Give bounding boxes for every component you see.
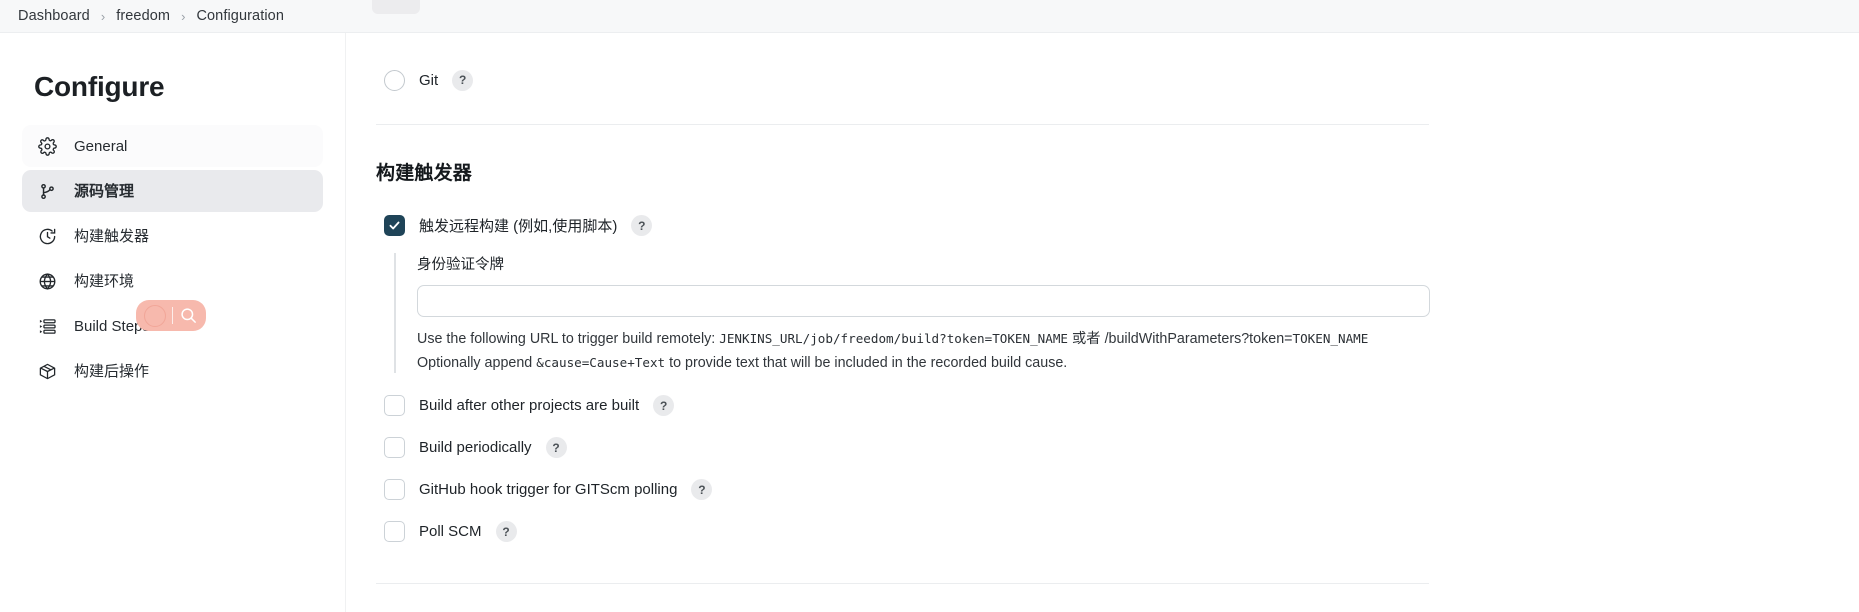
authentication-token-block: 身份验证令牌 Use the following URL to trigger … xyxy=(394,253,1430,374)
magnifier-icon[interactable] xyxy=(179,306,198,325)
sidebar-nav: General 源码管理 构建触发器 构建环境 Build Steps 构建后操… xyxy=(0,125,345,392)
sidebar-item-label: 构建触发器 xyxy=(74,227,150,245)
build-periodically-label: Build periodically xyxy=(419,439,532,457)
breadcrumb-item-freedom[interactable]: freedom xyxy=(116,8,170,24)
sidebar-item-label: General xyxy=(74,137,128,155)
github-hook-trigger-row[interactable]: GitHub hook trigger for GITScm polling ? xyxy=(384,476,1429,503)
section-divider xyxy=(376,124,1429,125)
breadcrumb-tab-highlight xyxy=(372,0,420,14)
help-icon[interactable]: ? xyxy=(631,215,653,236)
box-icon xyxy=(36,360,58,382)
help-icon[interactable]: ? xyxy=(691,479,713,501)
scm-option-git-label: Git xyxy=(419,71,439,89)
checkbox-github-hook-trigger[interactable] xyxy=(384,479,405,501)
main-content: Git ? 构建触发器 触发远程构建 (例如,使用脚本) ? 身份验证令牌 Us… xyxy=(346,33,1859,585)
poll-scm-label: Poll SCM xyxy=(419,523,482,541)
search-cursor-overlay[interactable] xyxy=(136,300,206,331)
github-hook-trigger-label: GitHub hook trigger for GITScm polling xyxy=(419,481,678,499)
overlay-divider xyxy=(172,307,173,324)
token-help-1-text-b: /buildWithParameters?token= xyxy=(1104,331,1293,347)
help-icon[interactable]: ? xyxy=(545,437,567,459)
token-help-2-text-a: Optionally append xyxy=(417,354,537,371)
breadcrumb-item-dashboard[interactable]: Dashboard xyxy=(18,8,90,24)
build-triggers-heading: 构建触发器 xyxy=(376,163,473,184)
breadcrumb-separator-icon: › xyxy=(181,8,186,24)
gear-icon xyxy=(36,135,58,157)
page-body: Configure General 源码管理 构建触发器 构建环境 Build … xyxy=(0,33,1859,612)
git-branch-icon xyxy=(36,180,58,202)
help-icon[interactable]: ? xyxy=(452,69,474,91)
token-help-line-1: Use the following URL to trigger build r… xyxy=(417,329,1429,350)
list-icon xyxy=(36,315,58,337)
radio-button-git[interactable] xyxy=(384,69,405,91)
clock-icon xyxy=(36,225,58,247)
sidebar-item-label: 源码管理 xyxy=(74,182,135,200)
sidebar-item-post-build-actions[interactable]: 构建后操作 xyxy=(22,350,323,392)
checkbox-poll-scm[interactable] xyxy=(384,521,405,543)
build-after-other-projects-label: Build after other projects are built xyxy=(419,397,640,415)
section-divider-bottom xyxy=(376,583,1429,585)
authentication-token-label: 身份验证令牌 xyxy=(417,257,504,273)
sidebar-item-label: 构建环境 xyxy=(74,272,135,290)
sidebar-item-general[interactable]: General xyxy=(22,125,323,167)
help-icon[interactable]: ? xyxy=(653,395,675,417)
poll-scm-row[interactable]: Poll SCM ? xyxy=(384,518,1429,545)
token-help-1-text-mid: 或者 xyxy=(1068,331,1105,347)
token-help-2-code: &cause=Cause+Text xyxy=(536,354,666,370)
checkbox-build-after-other-projects[interactable] xyxy=(384,395,405,417)
help-icon[interactable]: ? xyxy=(495,521,517,543)
trigger-remote-build-row[interactable]: 触发远程构建 (例如,使用脚本) ? xyxy=(384,212,1429,239)
scm-option-git[interactable]: Git ? xyxy=(384,67,1429,93)
checkbox-build-periodically[interactable] xyxy=(384,437,405,459)
token-help-1-code-1: JENKINS_URL/job/freedom/build?token=TOKE… xyxy=(719,331,1069,346)
sidebar-item-build-triggers[interactable]: 构建触发器 xyxy=(22,215,323,257)
token-help-1-text-a: Use the following URL to trigger build r… xyxy=(417,331,720,347)
build-periodically-row[interactable]: Build periodically ? xyxy=(384,434,1429,461)
authentication-token-input[interactable] xyxy=(417,285,1430,317)
cursor-circle-icon xyxy=(144,304,166,327)
sidebar-item-label: 构建后操作 xyxy=(74,362,150,380)
sidebar-item-source-code-management[interactable]: 源码管理 xyxy=(22,170,323,212)
token-help-1-code-2: TOKEN_NAME xyxy=(1292,331,1369,346)
breadcrumb-bar: Dashboard › freedom › Configuration xyxy=(0,0,1859,33)
sidebar-item-build-environment[interactable]: 构建环境 xyxy=(22,260,323,302)
build-after-other-projects-row[interactable]: Build after other projects are built ? xyxy=(384,392,1429,419)
token-help-line-2: Optionally append &cause=Cause+Text to p… xyxy=(417,353,1429,374)
token-help-2-text-b: to provide text that will be included in… xyxy=(665,354,1068,371)
breadcrumb-item-configuration[interactable]: Configuration xyxy=(196,8,284,24)
page-title: Configure xyxy=(34,71,165,102)
globe-icon xyxy=(36,270,58,292)
trigger-remote-build-label: 触发远程构建 (例如,使用脚本) xyxy=(419,218,618,235)
config-sidebar: Configure General 源码管理 构建触发器 构建环境 Build … xyxy=(0,33,346,612)
checkbox-trigger-remote-build[interactable] xyxy=(384,215,405,236)
breadcrumb-separator-icon: › xyxy=(100,8,106,24)
